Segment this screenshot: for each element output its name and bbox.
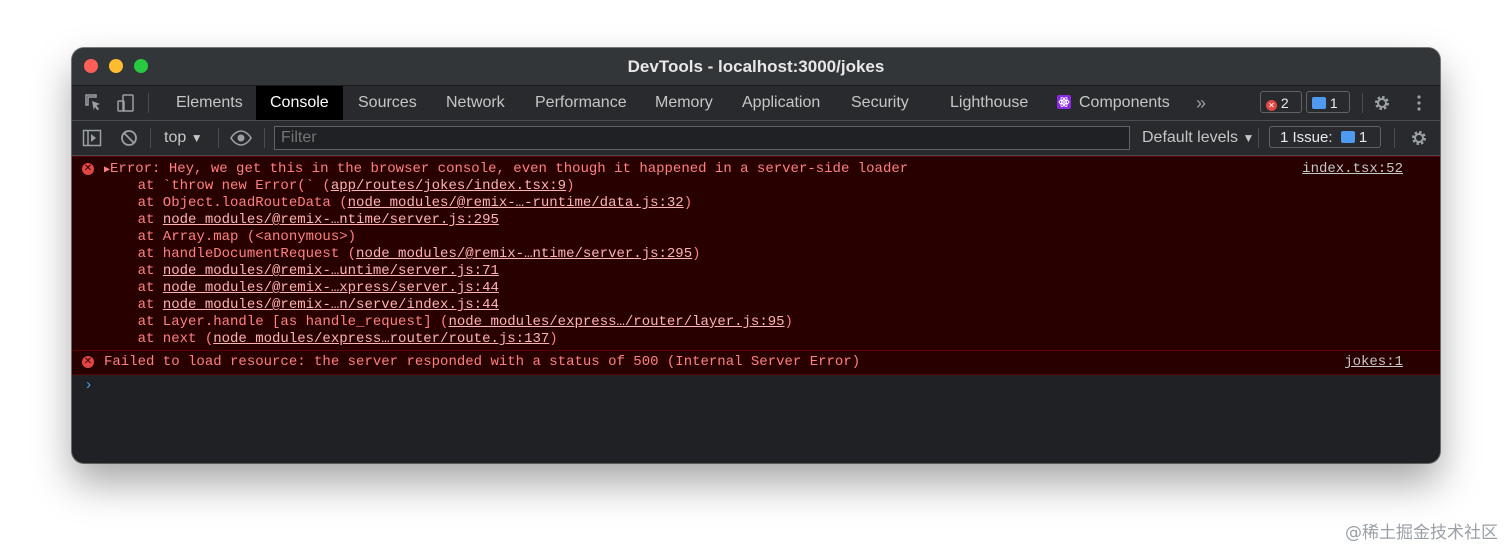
stack-frame: at Layer.handle [as handle_request] (nod… <box>104 314 1440 331</box>
frame-link[interactable]: node_modules/express…/router/layer.js:95 <box>448 314 784 330</box>
frame-text: at Layer.handle [as handle_request] ( <box>104 314 449 330</box>
log-levels-dropdown[interactable]: Default levels ▼ <box>1142 121 1254 155</box>
device-toolbar-icon[interactable] <box>116 93 136 113</box>
console-error-message[interactable]: ✕ Failed to load resource: the server re… <box>72 351 1440 375</box>
toolbar-divider <box>218 128 219 148</box>
console-error-message[interactable]: ✕ ▶Error: Hey, we get this in the browse… <box>72 156 1440 351</box>
error-message-text: Failed to load resource: the server resp… <box>104 354 861 370</box>
devtools-window: DevTools - localhost:3000/jokes Elements… <box>72 48 1440 463</box>
error-icon: ✕ <box>82 163 94 175</box>
tabbar-divider <box>1362 93 1363 113</box>
error-count: 2 <box>1280 95 1289 111</box>
tab-components[interactable]: Components <box>1043 86 1184 120</box>
frame-link[interactable]: node_modules/@remix-…ntime/server.js:295 <box>356 246 692 262</box>
stack-frame: at node_modules/@remix-…n/serve/index.js… <box>104 297 1440 314</box>
message-count-badge[interactable]: 1 <box>1306 91 1350 113</box>
dropdown-arrow-icon: ▼ <box>190 131 203 145</box>
message-count: 1 <box>1329 95 1338 111</box>
log-levels-label: Default levels <box>1142 129 1239 146</box>
frame-text: at Array.map (<anonymous>) <box>104 229 357 245</box>
window-title: DevTools - localhost:3000/jokes <box>627 57 885 76</box>
tab-lighthouse[interactable]: Lighthouse <box>936 86 1042 120</box>
issues-count: 1 <box>1358 129 1368 146</box>
stack-frame: at node_modules/@remix-…ntime/server.js:… <box>104 212 1440 229</box>
filter-input[interactable] <box>274 126 1130 150</box>
error-icon: ✕ <box>1266 100 1277 111</box>
console-settings-gear-icon[interactable] <box>1409 128 1429 148</box>
tabbar-divider <box>148 93 149 113</box>
frame-text: ) <box>692 246 701 262</box>
frame-text: ) <box>683 195 693 211</box>
stack-frame: at handleDocumentRequest (node_modules/@… <box>104 246 1440 263</box>
stack-frame: at node_modules/@remix-…untime/server.js… <box>104 263 1440 280</box>
title-bar: DevTools - localhost:3000/jokes <box>72 48 1440 86</box>
stack-frame: at `throw new Error(` (app/routes/jokes/… <box>104 178 1440 195</box>
stack-frame: at next (node_modules/express…router/rou… <box>104 331 1440 348</box>
message-icon <box>1312 97 1326 109</box>
console-toolbar: top ▼ Default levels ▼ 1 Issue: 1 <box>72 121 1440 156</box>
frame-link[interactable]: node_modules/@remix-…ntime/server.js:295 <box>163 212 499 228</box>
tab-sources[interactable]: Sources <box>344 86 431 120</box>
toolbar-divider <box>1394 128 1395 148</box>
frame-text: at <box>104 297 163 313</box>
watermark: @稀土掘金技术社区 <box>1345 523 1498 543</box>
frame-link[interactable]: node_modules/@remix-…n/serve/index.js:44 <box>163 297 499 313</box>
more-tabs-button[interactable]: » <box>1182 86 1220 120</box>
issues-button[interactable]: 1 Issue: 1 <box>1269 126 1381 148</box>
frame-text: at <box>104 280 163 296</box>
toolbar-divider <box>150 128 151 148</box>
frame-text: ) <box>566 178 575 194</box>
frame-text: ) <box>784 314 793 330</box>
stack-frame: at Array.map (<anonymous>) <box>104 229 1440 246</box>
clear-console-icon[interactable] <box>119 128 139 148</box>
frame-text: ) <box>549 331 558 347</box>
react-icon <box>1057 88 1071 109</box>
frame-link[interactable]: node_modules/express…router/route.js:137 <box>213 331 549 347</box>
frame-link[interactable]: app/routes/jokes/index.tsx:9 <box>331 178 566 194</box>
tab-application[interactable]: Application <box>728 86 834 120</box>
toolbar-divider <box>264 128 265 148</box>
stack-frame: at node_modules/@remix-…xpress/server.js… <box>104 280 1440 297</box>
toolbar-divider <box>1258 128 1259 148</box>
frame-link[interactable]: node_modules/@remix-…untime/server.js:71 <box>163 263 499 279</box>
frame-text: at <box>104 212 163 228</box>
dropdown-arrow-icon: ▼ <box>1242 131 1255 145</box>
console-output: ✕ ▶Error: Hey, we get this in the browse… <box>72 156 1440 397</box>
tab-security[interactable]: Security <box>837 86 923 120</box>
console-prompt[interactable]: › <box>72 375 1440 397</box>
frame-text: at handleDocumentRequest ( <box>104 246 357 262</box>
frame-link[interactable]: node_modules/@remix-…xpress/server.js:44 <box>163 280 499 296</box>
error-message-text: Error: Hey, we get this in the browser c… <box>110 161 909 177</box>
more-options-icon[interactable] <box>1409 93 1429 113</box>
error-source-link[interactable]: index.tsx:52 <box>1302 161 1403 177</box>
context-selector-label: top <box>164 129 187 146</box>
frame-text: at next ( <box>104 331 214 347</box>
tab-memory[interactable]: Memory <box>641 86 727 120</box>
inspect-element-icon[interactable] <box>84 93 104 113</box>
tab-network[interactable]: Network <box>432 86 519 120</box>
tab-components-label: Components <box>1079 94 1170 111</box>
context-selector[interactable]: top ▼ <box>164 121 203 155</box>
stack-frame: at Object.loadRouteData (node_modules/@r… <box>104 195 1440 212</box>
error-icon: ✕ <box>82 356 94 368</box>
frame-link[interactable]: node_modules/@remix-…-runtime/data.js:32 <box>348 195 684 211</box>
frame-text: at `throw new Error(` ( <box>104 178 331 194</box>
frame-text: at <box>104 263 163 279</box>
tab-console[interactable]: Console <box>256 86 343 120</box>
panel-tab-bar: Elements Console Sources Network Perform… <box>72 86 1440 121</box>
tab-performance[interactable]: Performance <box>521 86 641 120</box>
error-summary-line[interactable]: ▶Error: Hey, we get this in the browser … <box>72 161 1440 178</box>
tab-elements[interactable]: Elements <box>162 86 257 120</box>
error-source-link[interactable]: jokes:1 <box>1344 354 1403 370</box>
message-icon <box>1340 131 1355 143</box>
live-expression-eye-icon[interactable] <box>230 128 252 148</box>
frame-text: at Object.loadRouteData ( <box>104 195 348 211</box>
show-sidebar-icon[interactable] <box>82 128 102 148</box>
settings-gear-icon[interactable] <box>1372 93 1392 113</box>
stack-trace: at `throw new Error(` (app/routes/jokes/… <box>72 178 1440 348</box>
issues-label: 1 Issue: <box>1280 129 1333 146</box>
error-count-badge[interactable]: ✕ 2 <box>1260 91 1302 113</box>
prompt-chevron-icon: › <box>84 377 94 394</box>
